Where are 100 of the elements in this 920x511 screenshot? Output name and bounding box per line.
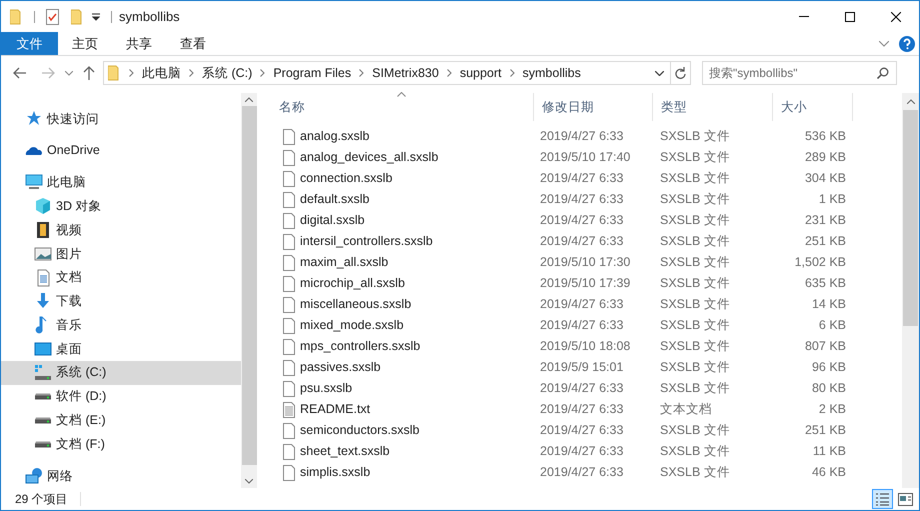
sidebar-item[interactable]: 文档 (E:) [1,408,241,432]
dropdown-icon[interactable] [92,12,100,20]
chevron-icon[interactable] [359,69,364,77]
file-size: 1 KB [818,191,847,208]
breadcrumb[interactable]: support [460,64,502,82]
search-field[interactable]: 搜索"symbollibs" [702,61,897,85]
maximize-icon [845,12,855,22]
sidebar-item[interactable]: 软件 (D:) [1,384,241,409]
modified-date: 2019/4/27 6:33 [539,233,624,250]
file-name[interactable]: default.sxslb [300,190,370,209]
properties-icon[interactable] [46,8,59,24]
refresh-button[interactable] [671,61,691,85]
sidebar-item[interactable]: 文档 (F:) [1,432,241,456]
expand-ribbon-icon[interactable] [879,40,889,46]
file-name[interactable]: intersil_controllers.sxslb [300,232,433,251]
desktop-icon [34,340,52,358]
file-size: 11 KB [812,443,847,460]
breadcrumb[interactable]: Program Files [273,64,352,82]
sidebar-item[interactable]: 图片 [1,242,241,266]
image-icon [34,244,52,263]
file-menu-button[interactable]: 文件 [1,32,58,55]
sidebar-item[interactable]: 文档 [1,266,241,290]
file-name[interactable]: simplis.sxslb [300,463,370,482]
file-type: SXSLB 文件 [659,443,731,460]
modified-date: 2019/5/9 15:01 [539,359,624,376]
details-view-button[interactable] [872,489,893,509]
file-name[interactable]: analog.sxslb [300,127,370,146]
chevron-icon[interactable] [260,69,266,77]
ribbon-tab[interactable]: 查看 [166,32,220,55]
sidebar-item[interactable]: 此电脑 [1,170,241,194]
breadcrumb[interactable]: SIMetrix830 [372,64,439,82]
modified-date: 2019/5/10 17:40 [539,149,632,166]
file-name[interactable]: digital.sxslb [300,211,365,230]
recent-locations-icon[interactable] [65,70,73,76]
cube-icon [34,197,52,216]
up-arrow-icon[interactable] [83,66,95,80]
search-icon [877,67,889,79]
file-name[interactable]: sheet_text.sxslb [300,442,390,461]
sidebar-item[interactable]: 快速访问 [1,107,241,131]
sidebar-item[interactable]: 桌面 [1,337,241,361]
sidebar-item[interactable]: OneDrive [1,138,241,163]
ribbon-tab[interactable]: 主页 [58,32,112,55]
sidebar-item[interactable]: 系统 (C:) [1,360,241,385]
file-size: 231 KB [804,212,847,230]
file-name[interactable]: mps_controllers.sxslb [300,337,420,356]
sidebar-item[interactable]: 音乐 [1,313,241,338]
chevron-icon[interactable] [510,69,515,77]
breadcrumb[interactable]: 此电脑 [142,64,181,82]
modified-date: 2019/4/27 6:33 [539,212,624,230]
file-type: SXSLB 文件 [659,464,731,482]
file-size: 289 KB [804,149,847,166]
address-bar[interactable]: 此电脑 系统 (C:) Program Files SIMetrix830 support symbollibs [103,61,671,85]
file-type: SXSLB 文件 [659,296,731,314]
file-name[interactable]: maxim_all.sxslb [300,253,388,272]
file-name[interactable]: miscellaneous.sxslb [300,295,412,314]
sidebar-item[interactable]: 3D 对象 [1,194,241,218]
chevron-icon[interactable] [189,69,194,77]
scroll-down-icon[interactable] [245,479,253,484]
window-title: symbollibs [119,8,180,26]
modified-date: 2019/5/10 17:39 [539,275,632,292]
column-header[interactable]: 修改日期 [534,93,653,121]
modified-date: 2019/4/27 6:33 [539,464,624,482]
file-name[interactable]: mixed_mode.sxslb [300,316,404,335]
file-name[interactable]: psu.sxslb [300,379,352,398]
column-header[interactable]: 名称 [271,93,534,121]
star-icon [25,110,43,128]
file-type: SXSLB 文件 [659,317,731,334]
breadcrumb[interactable]: 系统 (C:) [202,64,252,82]
file-size: 80 KB [810,380,847,398]
file-name[interactable]: semiconductors.sxslb [300,421,420,440]
sidebar-item[interactable]: 下载 [1,290,241,314]
close-icon [891,12,901,22]
modified-date: 2019/4/27 6:33 [539,443,624,460]
history-dropdown-icon[interactable] [655,70,664,76]
file-list-scrollbar[interactable] [902,93,919,488]
file-name[interactable]: connection.sxslb [300,169,392,188]
file-size: 251 KB [804,233,847,250]
file-size: 807 KB [804,338,847,356]
column-header[interactable]: 类型 [653,93,773,121]
drive-icon [34,440,52,448]
scroll-up-icon[interactable] [245,97,253,102]
column-header[interactable]: 大小 [773,93,853,121]
back-arrow-icon[interactable] [13,67,27,79]
breadcrumb[interactable]: symbollibs [522,64,581,82]
sidebar-item[interactable]: 网络 [1,464,241,488]
ribbon-tab[interactable]: 共享 [112,32,166,55]
help-icon[interactable] [899,36,915,52]
file-name[interactable]: analog_devices_all.sxslb [300,148,438,167]
file-name[interactable]: README.txt [300,400,370,419]
chevron-icon[interactable] [446,69,452,77]
scroll-up-icon[interactable] [906,99,914,104]
file-type: SXSLB 文件 [659,338,731,356]
sidebar-item[interactable]: 视频 [1,218,241,242]
file-type: SXSLB 文件 [659,422,731,440]
sidebar-scrollbar[interactable] [241,93,257,488]
chevron-icon[interactable] [129,69,134,77]
modified-date: 2019/4/27 6:33 [539,422,624,440]
file-name[interactable]: microchip_all.sxslb [300,274,405,293]
modified-date: 2019/5/10 17:30 [539,254,632,272]
file-name[interactable]: passives.sxslb [300,358,381,377]
